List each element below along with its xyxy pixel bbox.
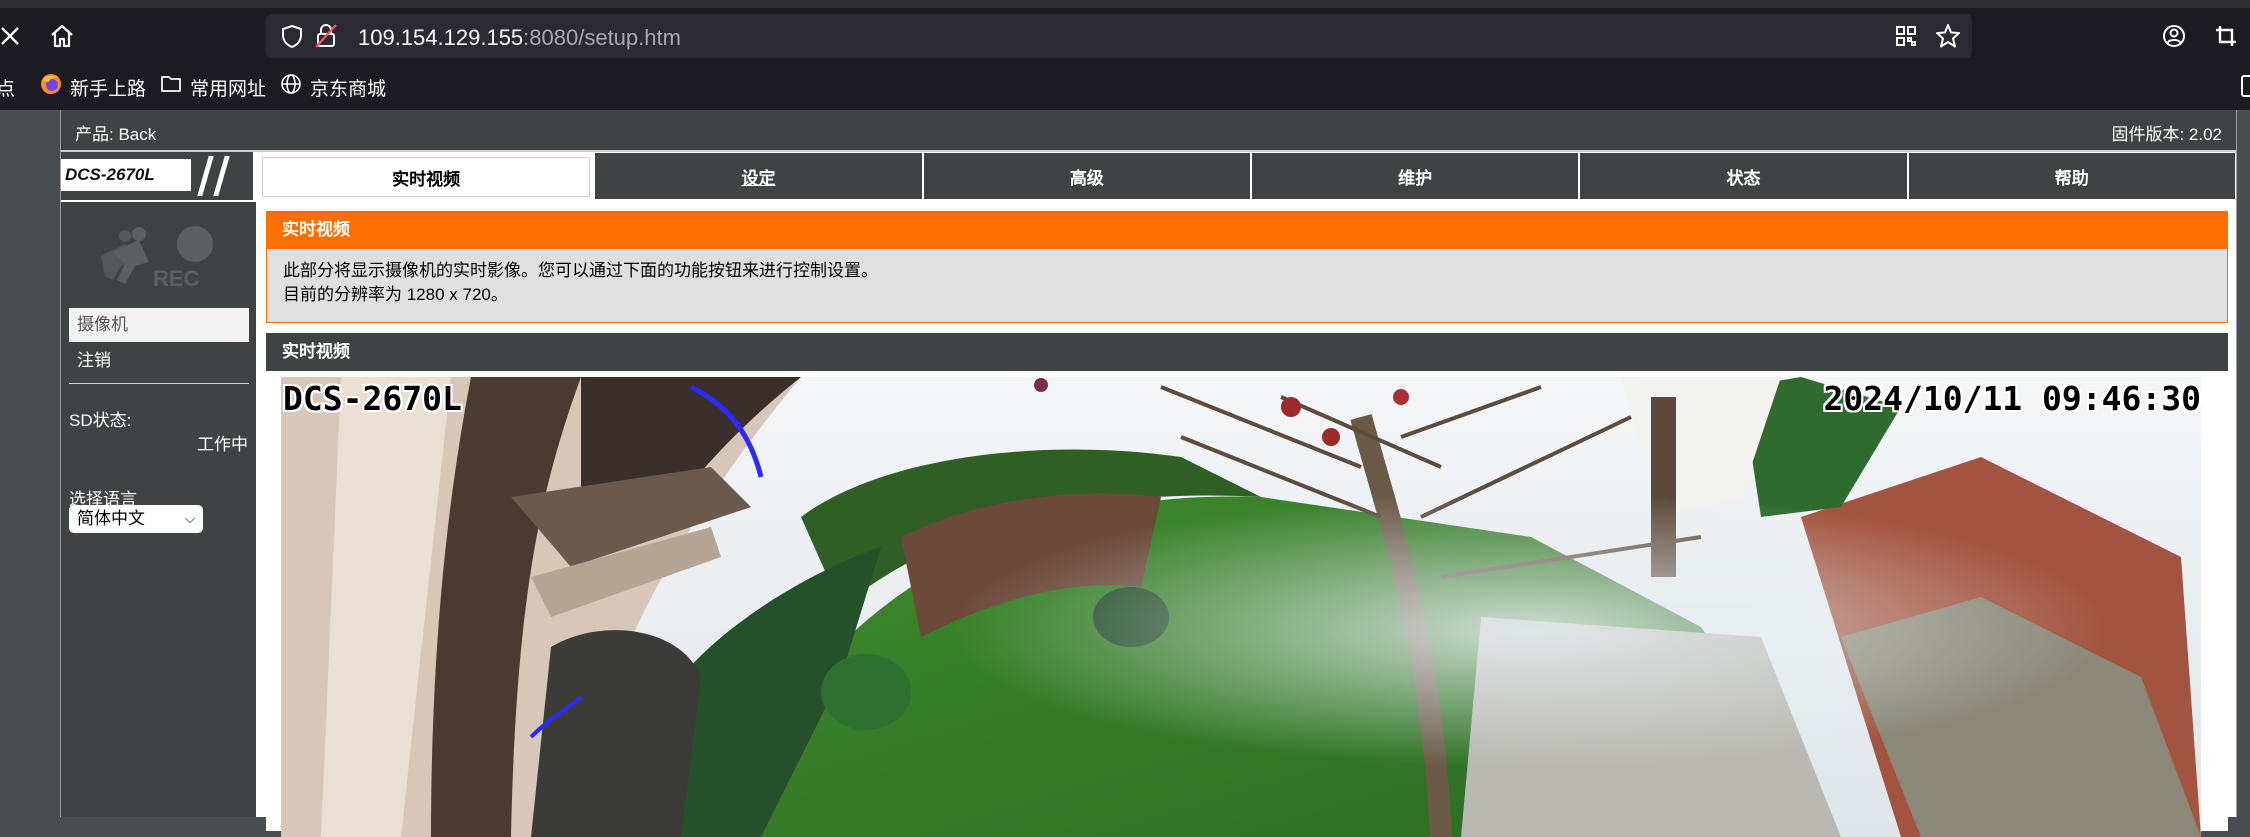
bookmark-star-icon[interactable] xyxy=(1930,18,1966,54)
bookmark-item-3[interactable]: 京东商城 xyxy=(280,64,386,110)
firmware-version: 固件版本: 2.02 xyxy=(2111,125,2222,144)
sd-status-label: SD状态: xyxy=(69,411,132,430)
live-video-feed[interactable]: DCS-2670L 2024/10/11 09:46:30 xyxy=(281,377,2201,837)
tab-label: 设定 xyxy=(741,168,776,188)
bookmark-item-2[interactable]: 常用网址 xyxy=(160,64,266,110)
info-description: 此部分将显示摄像机的实时影像。您可以通过下面的功能按钮来进行控制设置。 目前的分… xyxy=(266,249,2228,323)
shield-icon[interactable] xyxy=(274,18,310,54)
bookmark-item-1[interactable]: 新手上路 xyxy=(40,64,146,110)
sidebar-item-label: 注销 xyxy=(77,351,111,370)
bookmark-item-0[interactable]: 点 xyxy=(0,64,15,110)
sidebar-item-logout[interactable]: 注销 xyxy=(69,344,249,378)
product-name: 产品: Back xyxy=(75,125,157,144)
tab-status[interactable]: 状态 xyxy=(1580,153,1907,199)
left-sidebar: REC 摄像机 注销 SD状态: 工作中 选择语言 简体中文 ⌵ xyxy=(61,202,256,817)
home-icon[interactable] xyxy=(44,18,80,54)
tab-list: 实时视频 设定 高级 维护 状态 帮助 xyxy=(258,152,2236,200)
tab-label: 状态 xyxy=(1726,168,1761,188)
rec-logo-icon: REC xyxy=(91,222,221,291)
sidebar-toggle-icon[interactable] xyxy=(2240,74,2250,104)
globe-icon xyxy=(280,73,302,101)
tab-advanced[interactable]: 高级 xyxy=(923,153,1250,199)
screenshot-crop-icon[interactable] xyxy=(2208,18,2244,54)
tab-label: 帮助 xyxy=(2054,168,2089,188)
main-nav: DCS-2670L 实时视频 设定 高级 维护 状态 帮助 xyxy=(61,152,2236,200)
sidebar-item-camera[interactable]: 摄像机 xyxy=(69,308,249,342)
qr-code-icon[interactable] xyxy=(1888,18,1924,54)
close-icon[interactable] xyxy=(0,18,28,54)
info-line-1: 此部分将显示摄像机的实时影像。您可以通过下面的功能按钮来进行控制设置。 xyxy=(283,261,878,280)
url-text[interactable]: 109.154.129.155:8080/setup.htm xyxy=(358,25,681,51)
firefox-icon xyxy=(40,73,62,101)
sd-status-value: 工作中 xyxy=(197,435,248,454)
language-select-value: 简体中文 xyxy=(77,509,145,528)
bookmark-label-3: 京东商城 xyxy=(310,78,387,100)
content-frame: 产品: Back 固件版本: 2.02 DCS-2670L 实时视频 设定 高级… xyxy=(60,110,2237,837)
sidebar-item-label: 摄像机 xyxy=(77,315,128,334)
video-section-title: 实时视频 xyxy=(266,333,2228,371)
rec-logo-text: REC xyxy=(153,266,200,290)
camera-admin-page: 产品: Back 固件版本: 2.02 DCS-2670L 实时视频 设定 高级… xyxy=(0,110,2250,837)
sidebar-divider xyxy=(69,383,249,384)
account-icon[interactable] xyxy=(2156,18,2192,54)
logo-slash xyxy=(213,156,230,196)
window-top-strip xyxy=(0,0,2250,8)
model-logo: DCS-2670L xyxy=(61,152,256,200)
browser-toolbar: 109.154.129.155:8080/setup.htm xyxy=(0,8,2250,64)
tab-maintenance[interactable]: 维护 xyxy=(1251,153,1579,199)
tab-label: 实时视频 xyxy=(392,169,461,189)
address-bar[interactable]: 109.154.129.155:8080/setup.htm xyxy=(266,14,1972,58)
video-container: DCS-2670L 2024/10/11 09:46:30 xyxy=(266,371,2228,837)
bookmark-label-1: 新手上路 xyxy=(70,78,147,100)
camera-scene-image xyxy=(281,377,2201,837)
tab-live-video[interactable]: 实时视频 xyxy=(262,157,591,197)
url-path: :8080/setup.htm xyxy=(523,25,681,50)
folder-icon xyxy=(160,74,182,100)
model-logo-text: DCS-2670L xyxy=(61,159,191,191)
info-section-title: 实时视频 xyxy=(266,211,2228,249)
bookmarks-toolbar: 点 新手上路 常用网址 京东商城 xyxy=(0,64,2250,110)
chevron-down-icon: ⌵ xyxy=(185,511,195,526)
bookmark-label-0: 点 xyxy=(0,78,16,100)
tab-label: 高级 xyxy=(1069,168,1104,188)
insecure-lock-icon[interactable] xyxy=(308,18,344,54)
info-line-2: 目前的分辨率为 1280 x 720。 xyxy=(283,285,508,304)
tab-setup[interactable]: 设定 xyxy=(595,153,922,199)
bookmark-label-2: 常用网址 xyxy=(190,78,267,100)
osd-timestamp: 2024/10/11 09:46:30 xyxy=(1823,379,2202,418)
product-bar: 产品: Back 固件版本: 2.02 xyxy=(61,110,2236,152)
language-select[interactable]: 简体中文 ⌵ xyxy=(69,505,203,533)
url-host: 109.154.129.155 xyxy=(358,25,524,50)
tab-help[interactable]: 帮助 xyxy=(1908,153,2235,199)
tab-label: 维护 xyxy=(1398,168,1433,188)
logo-slash xyxy=(197,156,214,196)
osd-camera-name: DCS-2670L xyxy=(283,379,462,418)
